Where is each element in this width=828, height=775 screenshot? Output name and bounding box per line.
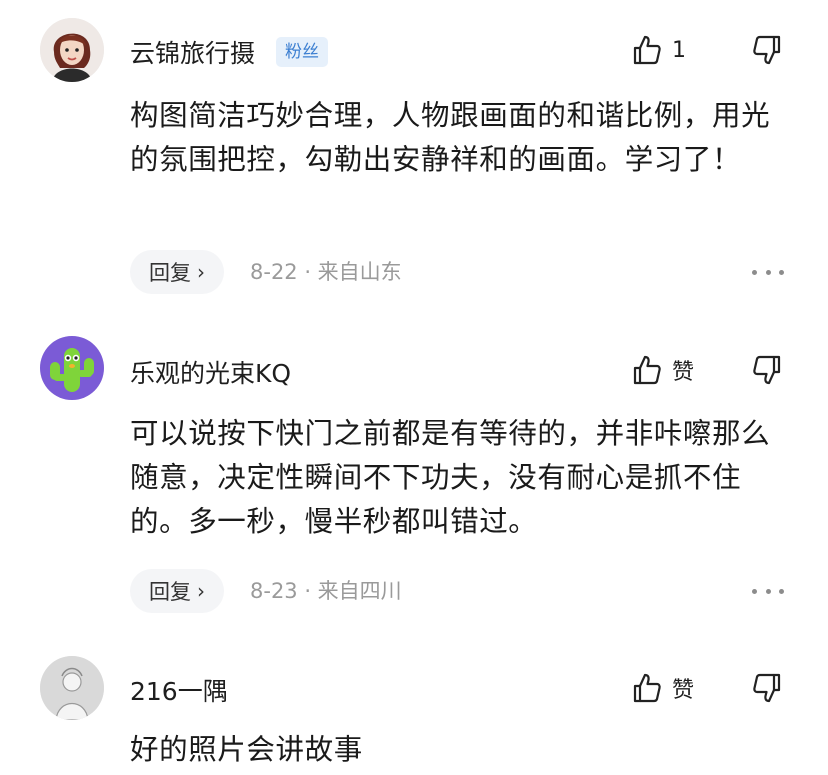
dislike-button[interactable] — [752, 30, 782, 70]
username[interactable]: 乐观的光束KQ — [130, 354, 291, 390]
comment-text: 可以说按下快门之前都是有等待的，并非咔嚓那么随意，决定性瞬间不下功夫，没有耐心是… — [130, 417, 771, 538]
like-button[interactable]: 赞 — [632, 350, 694, 390]
dislike-button[interactable] — [752, 668, 782, 708]
avatar[interactable] — [40, 336, 104, 400]
comment-text: 好的照片会讲故事 — [130, 733, 363, 766]
thumbs-down-icon — [753, 355, 781, 385]
dislike-button[interactable] — [752, 350, 782, 390]
reply-button[interactable]: 回复 › — [130, 569, 224, 613]
chevron-right-icon: › — [197, 579, 205, 603]
comment-text: 构图简洁巧妙合理，人物跟画面的和谐比例，用光的氛围把控，勾勒出安静祥和的画面。学… — [130, 99, 771, 176]
avatar[interactable] — [40, 18, 104, 82]
reply-label: 回复 — [149, 580, 191, 604]
like-label: 赞 — [672, 678, 695, 703]
like-count: 1 — [672, 37, 686, 63]
reply-button[interactable]: 回复 › — [130, 250, 224, 294]
thumbs-down-icon — [753, 673, 781, 703]
more-icon[interactable] — [752, 250, 784, 294]
thumbs-up-icon — [633, 355, 661, 385]
thumbs-up-icon — [633, 673, 661, 703]
reply-label: 回复 — [149, 261, 191, 285]
username[interactable]: 云锦旅行摄 — [130, 34, 255, 70]
like-button[interactable]: 1 — [632, 30, 686, 70]
thumbs-up-icon — [633, 35, 661, 65]
more-icon[interactable] — [752, 569, 784, 613]
fan-badge: 粉丝 — [276, 37, 328, 67]
thumbs-down-icon — [753, 35, 781, 65]
username[interactable]: 216一隅 — [130, 672, 228, 708]
comment-meta: 8-23 · 来自四川 — [250, 579, 402, 603]
chevron-right-icon: › — [197, 260, 205, 284]
avatar[interactable] — [40, 656, 104, 720]
like-label: 赞 — [672, 360, 695, 385]
like-button[interactable]: 赞 — [632, 668, 694, 708]
comment-meta: 8-22 · 来自山东 — [250, 260, 402, 284]
